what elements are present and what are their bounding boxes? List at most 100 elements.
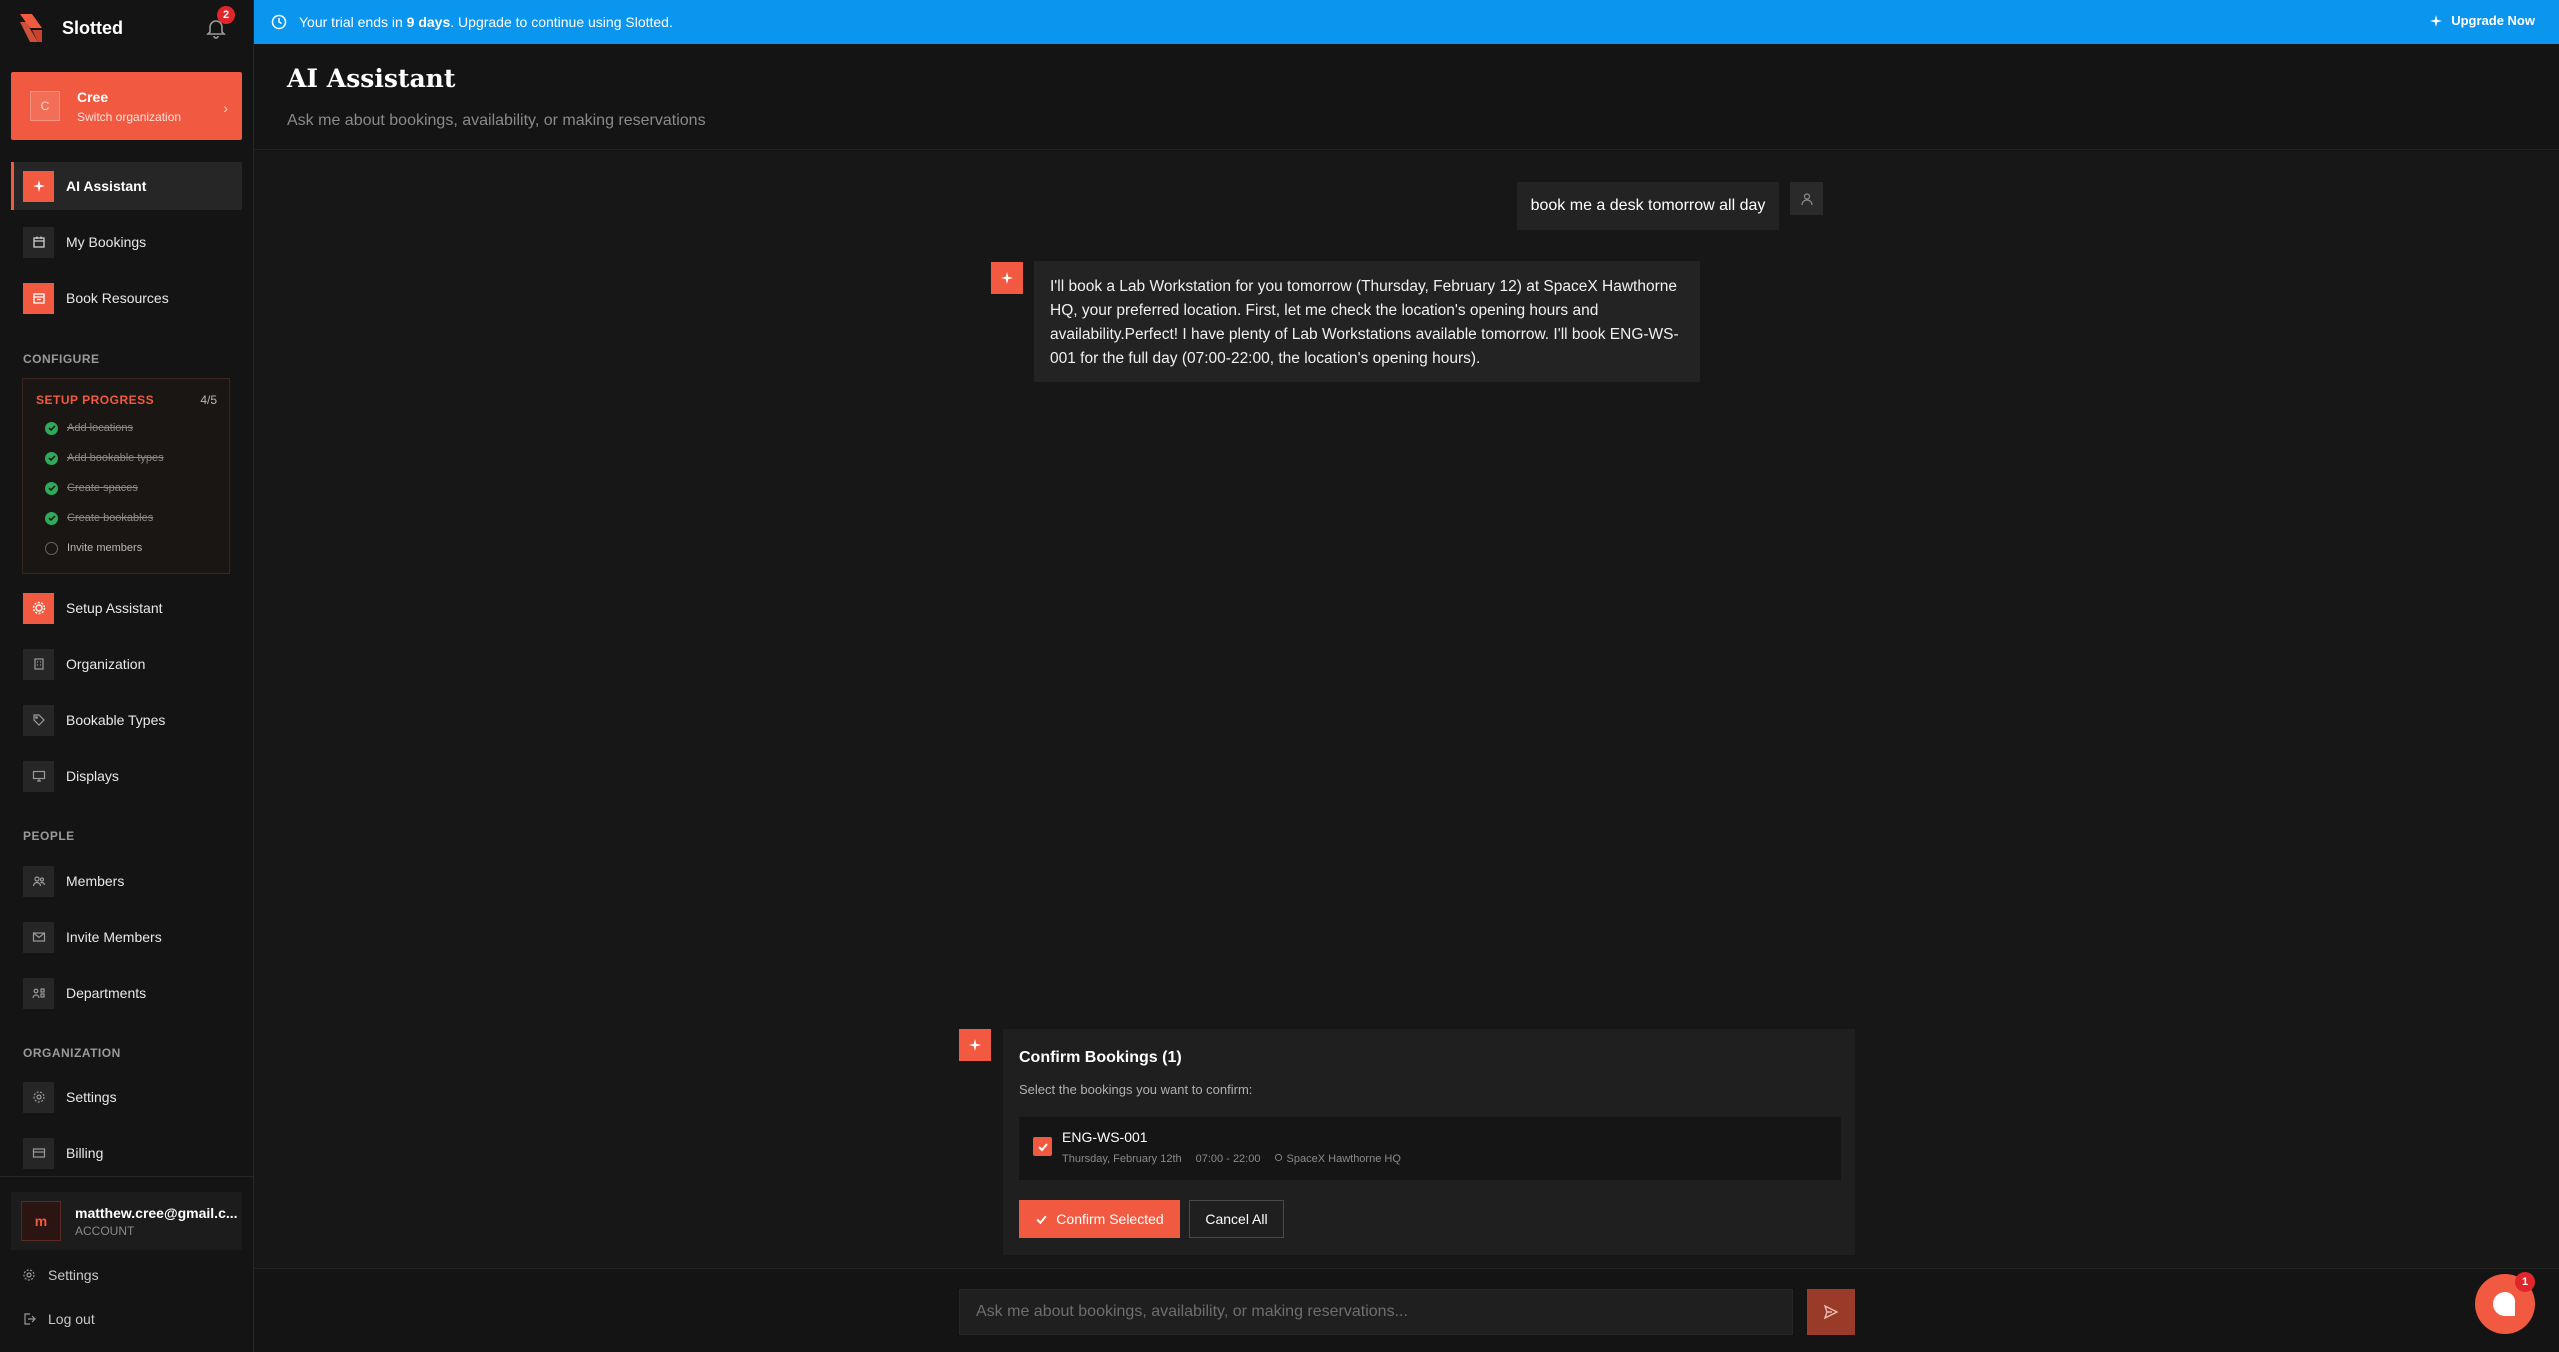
account-email: matthew.cree@gmail.c...: [75, 1204, 238, 1221]
setup-step[interactable]: Create spaces: [45, 480, 138, 496]
account-role: ACCOUNT: [75, 1223, 135, 1238]
booking-meta: Thursday, February 12th 07:00 - 22:00 Sp…: [1062, 1153, 1429, 1165]
notification-badge: 2: [217, 6, 235, 24]
nav-label: Settings: [66, 1089, 117, 1105]
check-circle-icon: [45, 481, 58, 495]
logout-icon: [24, 1313, 36, 1325]
nav-label: My Bookings: [66, 234, 147, 250]
cog-orange-icon: [23, 592, 54, 624]
org-switch-label: Switch organization: [77, 109, 182, 124]
confirm-title: Confirm Bookings (1): [1019, 1049, 1182, 1066]
calendar-icon: [23, 226, 54, 258]
sparkle-icon: [2430, 14, 2443, 27]
nav-label: Members: [66, 873, 125, 889]
chat-input[interactable]: [959, 1289, 1793, 1335]
chat-bubble-icon: [2493, 1291, 2516, 1316]
setup-progress-count: 4/5: [200, 393, 217, 407]
nav-my-bookings[interactable]: My Bookings: [11, 218, 242, 266]
chevron-right-icon: ›: [223, 100, 228, 116]
booking-checkbox[interactable]: [1033, 1137, 1052, 1156]
nav-ai-assistant[interactable]: AI Assistant: [11, 162, 242, 210]
nav-label: Displays: [66, 768, 119, 784]
nav-bookable-types[interactable]: Bookable Types: [11, 696, 242, 744]
check-icon: [1036, 1215, 1047, 1224]
gear-icon: [23, 1081, 54, 1113]
sidebar: Slotted 2 C Cree Switch organization › A…: [0, 0, 254, 1352]
account-menu[interactable]: m matthew.cree@gmail.c... ACCOUNT: [11, 1192, 242, 1250]
nav-members[interactable]: Members: [11, 857, 242, 905]
nav-label: Setup Assistant: [66, 600, 163, 616]
nav-settings[interactable]: Settings: [11, 1073, 242, 1121]
upgrade-now-button[interactable]: Upgrade Now: [2429, 13, 2535, 28]
section-people: PEOPLE: [23, 829, 75, 843]
setup-step[interactable]: Add bookable types: [45, 450, 164, 466]
footer-settings-link[interactable]: Settings: [22, 1267, 99, 1283]
gear-icon: [23, 1269, 35, 1281]
org-avatar: C: [30, 91, 60, 121]
confirm-selected-button[interactable]: Confirm Selected: [1019, 1200, 1180, 1238]
setup-step-label: Create bookables: [67, 512, 154, 524]
footer-settings-label: Settings: [48, 1267, 99, 1283]
check-circle-icon: [45, 511, 58, 525]
check-circle-icon: [45, 451, 58, 465]
cancel-all-button[interactable]: Cancel All: [1189, 1200, 1284, 1238]
circle-icon: [45, 541, 58, 555]
setup-step-label: Create spaces: [67, 482, 138, 494]
nav-book-resources[interactable]: Book Resources: [11, 274, 242, 322]
monitor-icon: [23, 760, 54, 792]
assistant-avatar-icon: [959, 1029, 991, 1061]
booking-location: SpaceX Hawthorne HQ: [1274, 1153, 1414, 1165]
help-badge: 1: [2515, 1272, 2535, 1292]
logout-link[interactable]: Log out: [22, 1311, 95, 1327]
avatar: m: [21, 1201, 61, 1241]
nav-label: AI Assistant: [66, 178, 147, 194]
booking-name: ENG-WS-001: [1062, 1129, 1148, 1145]
logout-label: Log out: [48, 1311, 95, 1327]
brand[interactable]: Slotted: [18, 12, 123, 44]
setup-step-label: Add bookable types: [67, 452, 164, 464]
user-message: book me a desk tomorrow all day: [1517, 182, 1779, 230]
trial-message: Your trial ends in 9 days. Upgrade to co…: [299, 14, 673, 30]
nav-label: Organization: [66, 656, 146, 672]
assistant-message: I'll book a Lab Workstation for you tomo…: [1034, 261, 1700, 382]
setup-step[interactable]: Create bookables: [45, 510, 153, 526]
setup-step[interactable]: Invite members: [45, 540, 142, 556]
setup-step[interactable]: Add locations: [45, 420, 133, 436]
nav-billing[interactable]: Billing: [11, 1129, 242, 1177]
nav-label: Book Resources: [66, 290, 169, 306]
building-icon: [23, 648, 54, 680]
credit-card-icon: [23, 1137, 54, 1169]
upgrade-label: Upgrade Now: [2451, 13, 2535, 28]
divider: [0, 1176, 254, 1177]
mail-icon: [23, 921, 54, 953]
setup-progress: SETUP PROGRESS 4/5 Add locations Add boo…: [22, 378, 230, 574]
send-icon: [1823, 1304, 1839, 1320]
nav-label: Bookable Types: [66, 712, 166, 728]
org-name: Cree: [77, 88, 109, 105]
setup-step-label: Invite members: [67, 542, 143, 554]
nav-displays[interactable]: Displays: [11, 752, 242, 800]
trial-banner: Your trial ends in 9 days. Upgrade to co…: [254, 0, 2559, 44]
nav-organization[interactable]: Organization: [11, 640, 242, 688]
departments-icon: [23, 977, 54, 1009]
check-icon: [1037, 1142, 1048, 1151]
confirm-subtitle: Select the bookings you want to confirm:: [1019, 1082, 1253, 1097]
org-switcher[interactable]: C Cree Switch organization ›: [11, 72, 242, 140]
confirm-bookings-card: Confirm Bookings (1) Select the bookings…: [1003, 1029, 1855, 1255]
users-icon: [23, 865, 54, 897]
page-subtitle: Ask me about bookings, availability, or …: [287, 112, 706, 129]
location-pin-icon: [1275, 1153, 1283, 1162]
nav-departments[interactable]: Departments: [11, 969, 242, 1017]
nav-label: Departments: [66, 985, 147, 1001]
nav-label: Billing: [66, 1145, 104, 1161]
tag-icon: [23, 704, 54, 736]
nav-setup-assistant[interactable]: Setup Assistant: [11, 584, 242, 632]
send-button[interactable]: [1807, 1289, 1855, 1335]
booking-row[interactable]: ENG-WS-001 Thursday, February 12th 07:00…: [1019, 1117, 1841, 1180]
section-configure: CONFIGURE: [23, 352, 100, 366]
booking-date: Thursday, February 12th: [1062, 1153, 1182, 1165]
nav-invite-members[interactable]: Invite Members: [11, 913, 242, 961]
nav-label: Invite Members: [66, 929, 162, 945]
clock-icon: [271, 14, 287, 30]
page-title: AI Assistant: [287, 64, 456, 93]
